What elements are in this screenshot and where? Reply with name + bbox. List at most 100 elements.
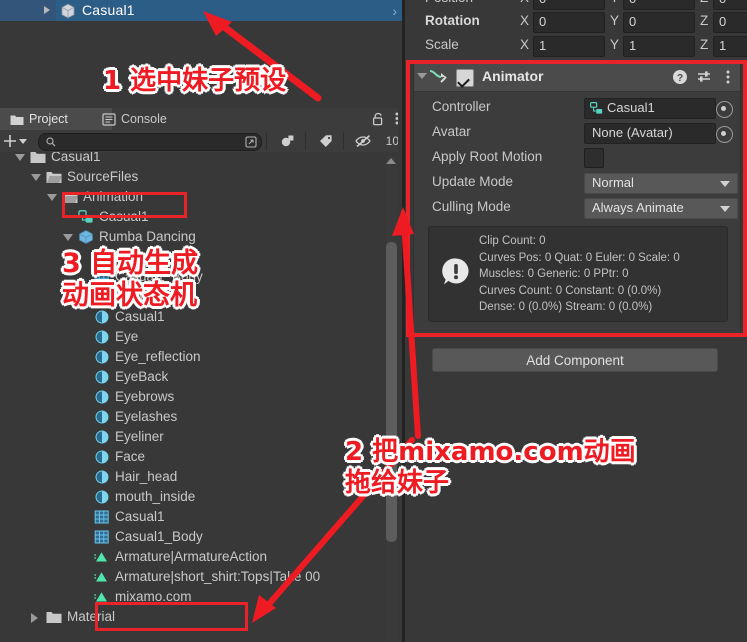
warning-exclamation-icon — [442, 258, 469, 285]
avatar-object-picker[interactable] — [716, 126, 733, 143]
axis-label-y: Y — [610, 13, 620, 28]
project-tab-actions — [372, 111, 399, 126]
scroll-up-arrow-icon[interactable] — [386, 158, 396, 164]
scale-z-field[interactable]: 1 — [713, 36, 747, 57]
apply-root-motion-label: Apply Root Motion — [432, 149, 543, 164]
tree-row-label: Eye — [115, 329, 139, 344]
tree-row[interactable]: Eyebrows — [0, 388, 390, 408]
controller-object-picker[interactable] — [716, 101, 733, 118]
triangle-down-icon[interactable] — [417, 73, 427, 79]
avatar-label: Avatar — [432, 124, 471, 139]
hierarchy-item-label: Casual1 — [82, 2, 135, 18]
tree-row-label: mixamo.com — [115, 589, 192, 604]
field-row-update-mode: Update Mode Normal — [414, 170, 740, 195]
update-mode-label: Update Mode — [432, 174, 514, 189]
console-icon — [102, 112, 116, 126]
tree-row-label: Eyebrows — [115, 389, 175, 404]
project-tab-bar: Project Console — [0, 108, 405, 130]
tree-row[interactable]: Rumba Dancing — [0, 228, 390, 248]
triangle-down-icon[interactable] — [15, 154, 25, 161]
tree-row[interactable]: SourceFiles — [0, 168, 390, 188]
tree-row[interactable]: Casual1 — [0, 152, 390, 168]
tree-row[interactable]: mixamo.com — [0, 588, 390, 608]
material-icon — [94, 430, 110, 447]
rotation-y-field[interactable]: 0 — [623, 12, 695, 33]
rotation-z-field[interactable]: 0 — [713, 12, 747, 33]
controller-object-field[interactable]: Casual1 — [584, 98, 733, 119]
animation-clip-icon — [94, 570, 110, 587]
tree-row-label: Eyelashes — [115, 409, 178, 424]
search-in-scene-icon[interactable] — [245, 136, 257, 148]
transform-label-rotation: Rotation — [425, 13, 480, 28]
annotation-2: 2 把mixamo.com动画 拖给妹子 — [345, 437, 636, 498]
material-icon — [94, 470, 110, 487]
preset-sliders-icon[interactable] — [696, 69, 712, 85]
folder-icon — [46, 610, 62, 627]
animator-info-box: Clip Count: 0 Curves Pos: 0 Quat: 0 Eule… — [428, 226, 728, 322]
tree-row-label: Armature|short_shirt:Tops|Take 00 — [115, 569, 321, 584]
tree-row[interactable]: Animation — [0, 188, 390, 208]
material-icon — [94, 490, 110, 507]
tree-row[interactable]: Armature|ArmatureAction — [0, 548, 390, 568]
tree-row[interactable]: Eye_reflection — [0, 348, 390, 368]
help-question-icon[interactable]: ? — [672, 69, 688, 85]
axis-label-z: Z — [700, 37, 709, 52]
tree-row-label: SourceFiles — [67, 169, 139, 184]
update-mode-dropdown[interactable]: Normal — [584, 173, 738, 194]
tree-row-label: Armature|ArmatureAction — [115, 549, 268, 564]
tree-row[interactable]: Armature|short_shirt:Tops|Take 00 — [0, 568, 390, 588]
tree-row[interactable]: Material — [0, 608, 390, 628]
tree-row[interactable]: Eyelashes — [0, 408, 390, 428]
lock-open-icon[interactable] — [372, 111, 385, 126]
transform-label-scale: Scale — [425, 37, 459, 52]
tree-row[interactable]: Eyeliner — [0, 428, 390, 448]
tree-row[interactable]: Face — [0, 448, 390, 468]
apply-root-motion-checkbox[interactable] — [584, 148, 604, 168]
search-field[interactable] — [38, 133, 262, 151]
avatar-object-field[interactable]: None (Avatar) — [584, 123, 733, 144]
label-filter-icon[interactable] — [318, 133, 334, 149]
folder-icon — [10, 113, 24, 126]
animator-enabled-checkbox[interactable] — [456, 69, 474, 87]
triangle-down-icon[interactable] — [63, 234, 73, 241]
rotation-x-field[interactable]: 0 — [533, 12, 605, 33]
magnifier-icon — [46, 137, 56, 147]
tree-row-label: Casual1_Body — [115, 529, 203, 544]
search-input[interactable] — [61, 135, 235, 149]
create-asset-button[interactable] — [0, 130, 30, 152]
hidden-count-label: 10 — [385, 134, 399, 148]
transform-row-rotation: Rotation X 0 Y 0 Z 0 — [405, 9, 747, 35]
tree-row[interactable]: Casual1_Body — [0, 528, 390, 548]
asset-type-filter-icon[interactable] — [280, 133, 296, 149]
tree-row[interactable]: mouth_inside — [0, 488, 390, 508]
kebab-menu-icon[interactable] — [726, 69, 730, 85]
hidden-eye-icon[interactable] — [354, 133, 373, 149]
tree-row-label: Casual1 — [99, 209, 149, 224]
culling-mode-dropdown[interactable]: Always Animate — [584, 198, 738, 219]
scale-x-field[interactable]: 1 — [533, 36, 605, 57]
toolbar-separator — [305, 132, 306, 150]
animator-header[interactable]: Animator ? — [414, 63, 740, 92]
add-component-button[interactable]: Add Component — [432, 348, 718, 372]
tree-row-label: EyeBack — [115, 369, 169, 384]
field-row-culling-mode: Culling Mode Always Animate — [414, 195, 740, 220]
tab-console-label: Console — [121, 112, 167, 126]
hierarchy-row-casual1[interactable]: Casual1 › — [0, 0, 405, 21]
hierarchy-panel: Casual1 › — [0, 0, 405, 25]
tree-row-label: Casual1 — [115, 509, 165, 524]
project-toolbar: 10 — [0, 130, 405, 153]
tree-row[interactable]: Hair_head — [0, 468, 390, 488]
chevron-right-icon[interactable]: › — [392, 3, 397, 19]
field-row-controller: Controller Casual1 — [414, 95, 740, 120]
triangle-right-icon[interactable] — [31, 613, 38, 623]
tree-row[interactable]: Casual1 — [0, 508, 390, 528]
tab-console[interactable]: Console — [92, 108, 207, 130]
tree-row[interactable]: Casual1 — [0, 208, 390, 228]
triangle-right-icon[interactable] — [44, 6, 50, 14]
scale-y-field[interactable]: 1 — [623, 36, 695, 57]
triangle-down-icon[interactable] — [31, 174, 41, 181]
tree-row[interactable]: EyeBack — [0, 368, 390, 388]
triangle-down-icon[interactable] — [47, 194, 57, 201]
tree-row[interactable]: Eye — [0, 328, 390, 348]
tree-row-label: Hair_head — [115, 469, 178, 484]
